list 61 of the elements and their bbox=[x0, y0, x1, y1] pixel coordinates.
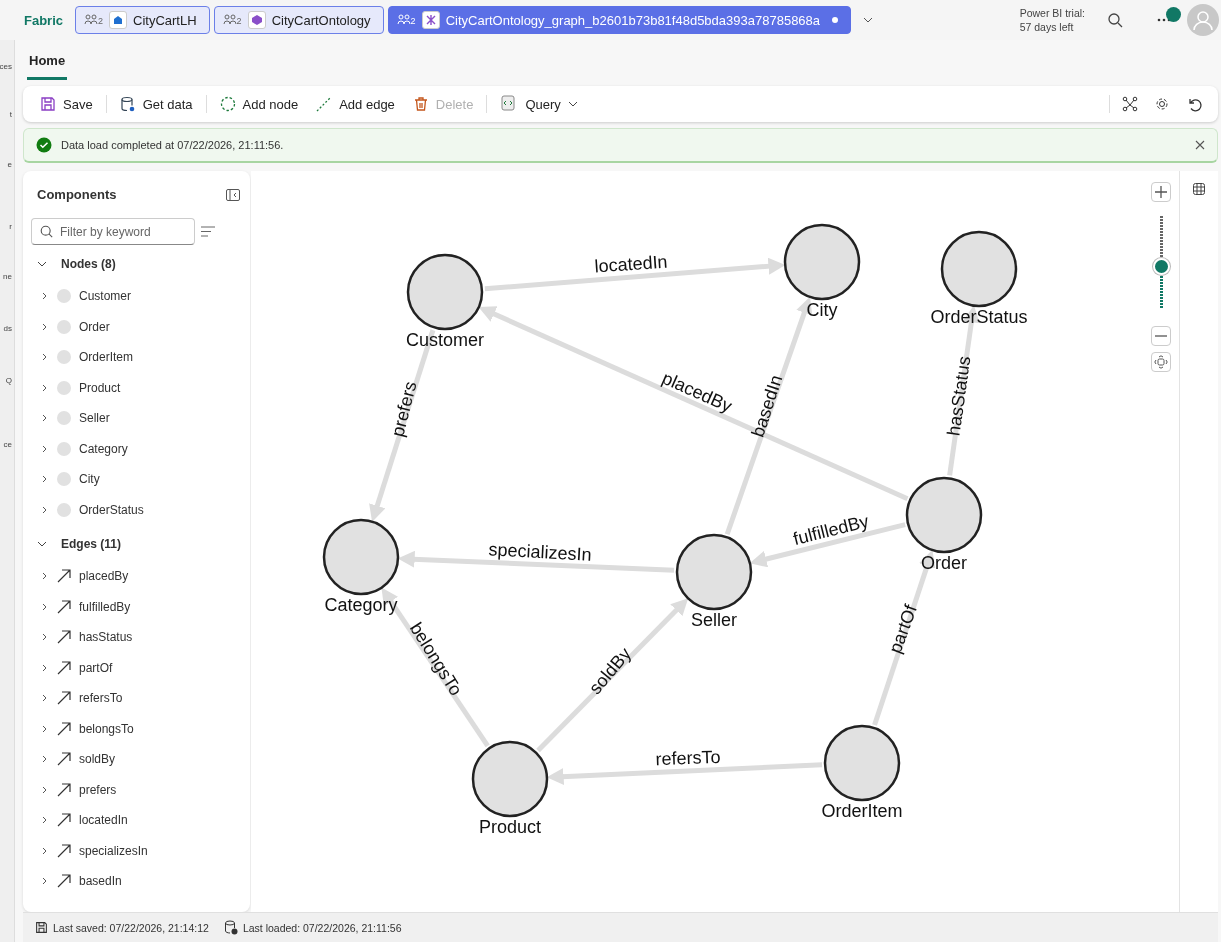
component-item[interactable]: refersTo bbox=[23, 683, 250, 714]
cut-off-label: ce bbox=[3, 440, 12, 449]
node-label: Order bbox=[921, 553, 967, 573]
toolbar-button[interactable]: Query bbox=[493, 91, 585, 117]
toolbar-button[interactable]: Add node bbox=[212, 92, 306, 116]
node-label: Customer bbox=[406, 330, 484, 350]
filter-field[interactable]: Filter by keyword bbox=[31, 218, 195, 245]
cut-off-label: r bbox=[9, 222, 12, 231]
node-label: Seller bbox=[691, 610, 737, 630]
section-header[interactable]: Nodes (8) bbox=[23, 247, 250, 281]
toolbar-button[interactable]: Add edge bbox=[309, 92, 402, 116]
cut-off-label: ces bbox=[0, 62, 12, 71]
last-loaded-text: Last loaded: 07/22/2026, 21:11:56 bbox=[242, 921, 402, 934]
cut-off-label: t bbox=[9, 110, 12, 119]
component-item[interactable]: fulfilledBy bbox=[23, 591, 250, 622]
edge-label: hasStatus bbox=[943, 354, 975, 438]
edge-label: partOf bbox=[885, 602, 921, 656]
component-item[interactable]: belongsTo bbox=[23, 713, 250, 744]
component-item[interactable]: specializesIn bbox=[23, 835, 250, 866]
edge-label: refersTo bbox=[655, 746, 721, 770]
component-item[interactable]: placedBy bbox=[23, 561, 250, 592]
component-item[interactable]: Customer bbox=[23, 281, 250, 312]
node-label: City bbox=[806, 300, 838, 320]
component-item[interactable]: locatedIn bbox=[23, 805, 250, 836]
trial-text: Power BI trial: bbox=[1019, 5, 1085, 20]
component-item[interactable]: OrderItem bbox=[23, 342, 250, 373]
component-item[interactable]: Product bbox=[23, 372, 250, 403]
component-item[interactable]: prefers bbox=[23, 774, 250, 805]
component-item[interactable]: Seller bbox=[23, 403, 250, 434]
component-item[interactable]: OrderStatus bbox=[23, 494, 250, 525]
component-item[interactable]: hasStatus bbox=[23, 622, 250, 653]
panel-title: Components bbox=[37, 187, 117, 202]
toolbar-button[interactable]: Save bbox=[33, 92, 100, 116]
ribbon-tab[interactable]: Home bbox=[27, 53, 68, 80]
component-item[interactable]: City bbox=[23, 464, 250, 495]
toolbar-button[interactable]: Get data bbox=[112, 92, 200, 116]
item-tab[interactable]: 2 CityCartOntology_graph_b2601b73b81f48d5bda393a78785868a bbox=[387, 6, 852, 34]
component-item[interactable]: soldBy bbox=[23, 744, 250, 775]
node-label: OrderStatus bbox=[930, 307, 1028, 327]
component-item[interactable]: partOf bbox=[23, 652, 250, 683]
edge-label: fulfilledBy bbox=[791, 511, 871, 549]
cut-off-label: ne bbox=[3, 272, 12, 281]
item-tab[interactable]: 2 CityCartLH bbox=[75, 6, 210, 34]
edge-label: locatedIn bbox=[593, 251, 669, 277]
brand-name[interactable]: Fabric bbox=[24, 12, 63, 28]
cut-off-label: Q bbox=[5, 376, 12, 385]
node-label: Product bbox=[479, 817, 541, 837]
trial-text: 57 days left bbox=[1019, 20, 1075, 35]
banner-message: Data load completed at 07/22/2026, 21:11:56. bbox=[61, 139, 284, 151]
last-saved-text: Last saved: 07/22/2026, 21:14:12 bbox=[53, 921, 209, 934]
item-tab[interactable]: 2 CityCartOntology bbox=[213, 6, 384, 34]
component-item[interactable]: basedIn bbox=[23, 866, 250, 897]
component-item[interactable]: Order bbox=[23, 311, 250, 342]
cut-off-label: ds bbox=[3, 324, 12, 333]
edge-label: prefers bbox=[387, 379, 421, 439]
section-header[interactable]: Edges (11) bbox=[23, 527, 250, 561]
node-label: OrderItem bbox=[821, 801, 903, 821]
node-label: Category bbox=[324, 595, 398, 615]
cut-off-label: e bbox=[7, 160, 12, 169]
component-item[interactable]: Category bbox=[23, 433, 250, 464]
edge-label: specializesIn bbox=[488, 539, 592, 565]
